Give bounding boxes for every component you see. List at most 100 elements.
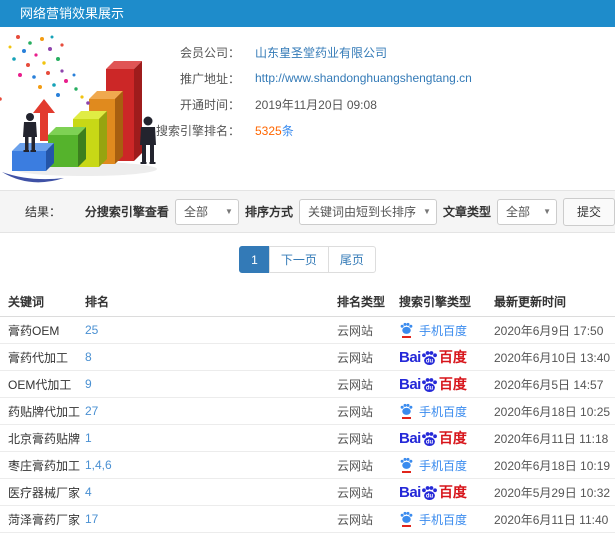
page-title: 网络营销效果展示	[20, 6, 125, 21]
red-underline	[402, 524, 411, 527]
table-header-row: 关键词 排名 排名类型 搜索引擎类型 最新更新时间	[0, 287, 615, 317]
rank-type-cell: 云网站	[337, 323, 374, 338]
rank-type-cell: 云网站	[337, 404, 374, 419]
rank-type-cell: 云网站	[337, 485, 374, 500]
sort-select-value: 关键词由短到长排序	[307, 205, 416, 219]
mobile-baidu-icon	[399, 322, 414, 338]
page-header: 网络营销效果展示	[0, 0, 615, 27]
svg-text:du: du	[426, 386, 434, 392]
baidu-pc-logo: Bai du 百度	[399, 375, 467, 393]
keyword-cell: 菏泽膏药厂家	[8, 512, 81, 527]
article-type-label: 文章类型	[442, 205, 491, 219]
red-underline	[402, 470, 411, 473]
article-type-select[interactable]: 全部 ▼	[496, 198, 557, 225]
rank-link[interactable]: 27	[85, 404, 337, 418]
engine-cell: 手机百度	[399, 457, 494, 474]
engine-cell: 手机百度	[399, 403, 494, 420]
updated-cell: 2020年6月10日 13:40	[494, 350, 611, 365]
table-row: 膏药OEM 25 云网站 手机百度 2020年6月9日 17:50	[0, 317, 615, 344]
keyword-cell: 药贴牌代加工	[8, 404, 81, 419]
keyword-cell: 枣庄膏药加工	[8, 458, 81, 473]
red-underline	[402, 416, 411, 419]
baidu-paw-icon: du	[421, 432, 437, 447]
sort-select[interactable]: 关键词由短到长排序 ▼	[298, 198, 437, 225]
filter-bar: 结果： 分搜索引擎查看 全部 ▼ 排序方式 关键词由短到长排序 ▼ 文章类型 全…	[0, 190, 615, 233]
updated-cell: 2020年6月18日 10:25	[494, 404, 611, 419]
baidu-paw-icon: du	[421, 378, 437, 393]
mobile-baidu-label: 手机百度	[419, 404, 468, 419]
ranking-table: 关键词 排名 排名类型 搜索引擎类型 最新更新时间 膏药OEM 25 云网站 手…	[0, 287, 615, 533]
baidu-paw-icon: du	[421, 486, 437, 501]
submit-button[interactable]: 提交	[562, 197, 615, 226]
engine-select[interactable]: 全部 ▼	[174, 198, 239, 225]
chevron-down-icon: ▼	[225, 207, 233, 216]
baidu-cn-text: 百度	[438, 376, 467, 392]
baidu-cn-text: 百度	[438, 484, 467, 500]
baidu-paw-icon: du	[421, 351, 437, 366]
mobile-baidu-logo: 手机百度	[399, 403, 467, 420]
mobile-baidu-icon	[399, 457, 414, 473]
baidu-pc-logo: Bai du 百度	[399, 429, 467, 447]
marketing-chart-image	[0, 29, 190, 189]
engine-cell: 手机百度	[399, 511, 494, 528]
rank-type-cell: 云网站	[337, 377, 374, 392]
filter-controls: 分搜索引擎查看 全部 ▼ 排序方式 关键词由短到长排序 ▼ 文章类型 全部 ▼ …	[84, 197, 615, 226]
page-last-button[interactable]: 尾页	[327, 246, 376, 273]
baidu-paw-icon	[400, 512, 413, 523]
rank-link[interactable]: 1	[85, 431, 337, 445]
red-underline	[402, 335, 411, 338]
baidu-bai-text: Bai	[399, 348, 421, 366]
table-row: OEM代加工 9 云网站 Bai du 百度 2020年6月5日 14:57	[0, 371, 615, 398]
rank-count-unit: 条	[281, 123, 294, 138]
header-updated: 最新更新时间	[494, 295, 567, 309]
result-label: 结果：	[25, 205, 62, 219]
rank-link[interactable]: 17	[85, 512, 337, 526]
top-section: 会员公司： 山东皇圣堂药业有限公司 推广地址： http://www.shand…	[0, 27, 615, 190]
baidu-pc-logo: Bai du 百度	[399, 483, 467, 501]
engine-filter-label: 分搜索引擎查看	[84, 205, 169, 219]
rank-link[interactable]: 1,4,6	[85, 458, 337, 472]
article-type-value: 全部	[505, 205, 530, 219]
baidu-bai-text: Bai	[399, 429, 421, 447]
table-body: 膏药OEM 25 云网站 手机百度 2020年6月9日 17:50 膏药代加工 …	[0, 317, 615, 533]
header-keyword: 关键词	[8, 295, 45, 309]
mobile-baidu-logo: 手机百度	[399, 511, 467, 528]
updated-cell: 2020年6月11日 11:18	[494, 431, 609, 446]
table-row: 枣庄膏药加工 1,4,6 云网站 手机百度 2020年6月18日 10:19	[0, 452, 615, 479]
page-current-button[interactable]: 1	[239, 246, 270, 273]
updated-cell: 2020年5月29日 10:32	[494, 485, 611, 500]
header-engine-type: 搜索引擎类型	[399, 295, 472, 309]
keyword-cell: OEM代加工	[8, 377, 72, 392]
svg-text:du: du	[426, 359, 434, 365]
rank-link[interactable]: 4	[85, 485, 337, 499]
rank-link[interactable]: 25	[85, 323, 337, 337]
keyword-cell: 膏药OEM	[8, 323, 60, 338]
mobile-baidu-logo: 手机百度	[399, 322, 467, 339]
baidu-bai-text: Bai	[399, 483, 421, 501]
page-next-button[interactable]: 下一页	[268, 246, 329, 273]
engine-select-value: 全部	[183, 205, 208, 219]
confetti	[0, 35, 90, 105]
open-time-value: 2019年11月20日 09:08	[255, 97, 377, 112]
baidu-bai-text: Bai	[399, 375, 421, 393]
promo-url-link[interactable]: http://www.shandonghuangshengtang.cn	[255, 71, 472, 85]
baidu-cn-text: 百度	[438, 349, 467, 365]
engine-cell: Bai du 百度	[399, 429, 494, 447]
mobile-baidu-icon	[399, 403, 414, 419]
company-link[interactable]: 山东皇圣堂药业有限公司	[255, 46, 387, 60]
table-row: 膏药代加工 8 云网站 Bai du 百度 2020年6月10日 13:40	[0, 344, 615, 371]
rank-type-cell: 云网站	[337, 350, 374, 365]
rank-link[interactable]: 9	[85, 377, 337, 391]
baidu-paw-icon	[400, 458, 413, 469]
mobile-baidu-logo: 手机百度	[399, 457, 467, 474]
sort-filter-label: 排序方式	[244, 205, 293, 219]
rank-count-value: 5325	[255, 123, 282, 138]
baidu-paw-icon	[400, 323, 413, 334]
header-rank-type: 排名类型	[337, 295, 386, 309]
baidu-cn-text: 百度	[438, 430, 467, 446]
rank-type-cell: 云网站	[337, 458, 374, 473]
chevron-down-icon: ▼	[543, 207, 551, 216]
engine-cell: Bai du 百度	[399, 348, 494, 366]
rank-link[interactable]: 8	[85, 350, 337, 364]
keyword-cell: 膏药代加工	[8, 350, 69, 365]
